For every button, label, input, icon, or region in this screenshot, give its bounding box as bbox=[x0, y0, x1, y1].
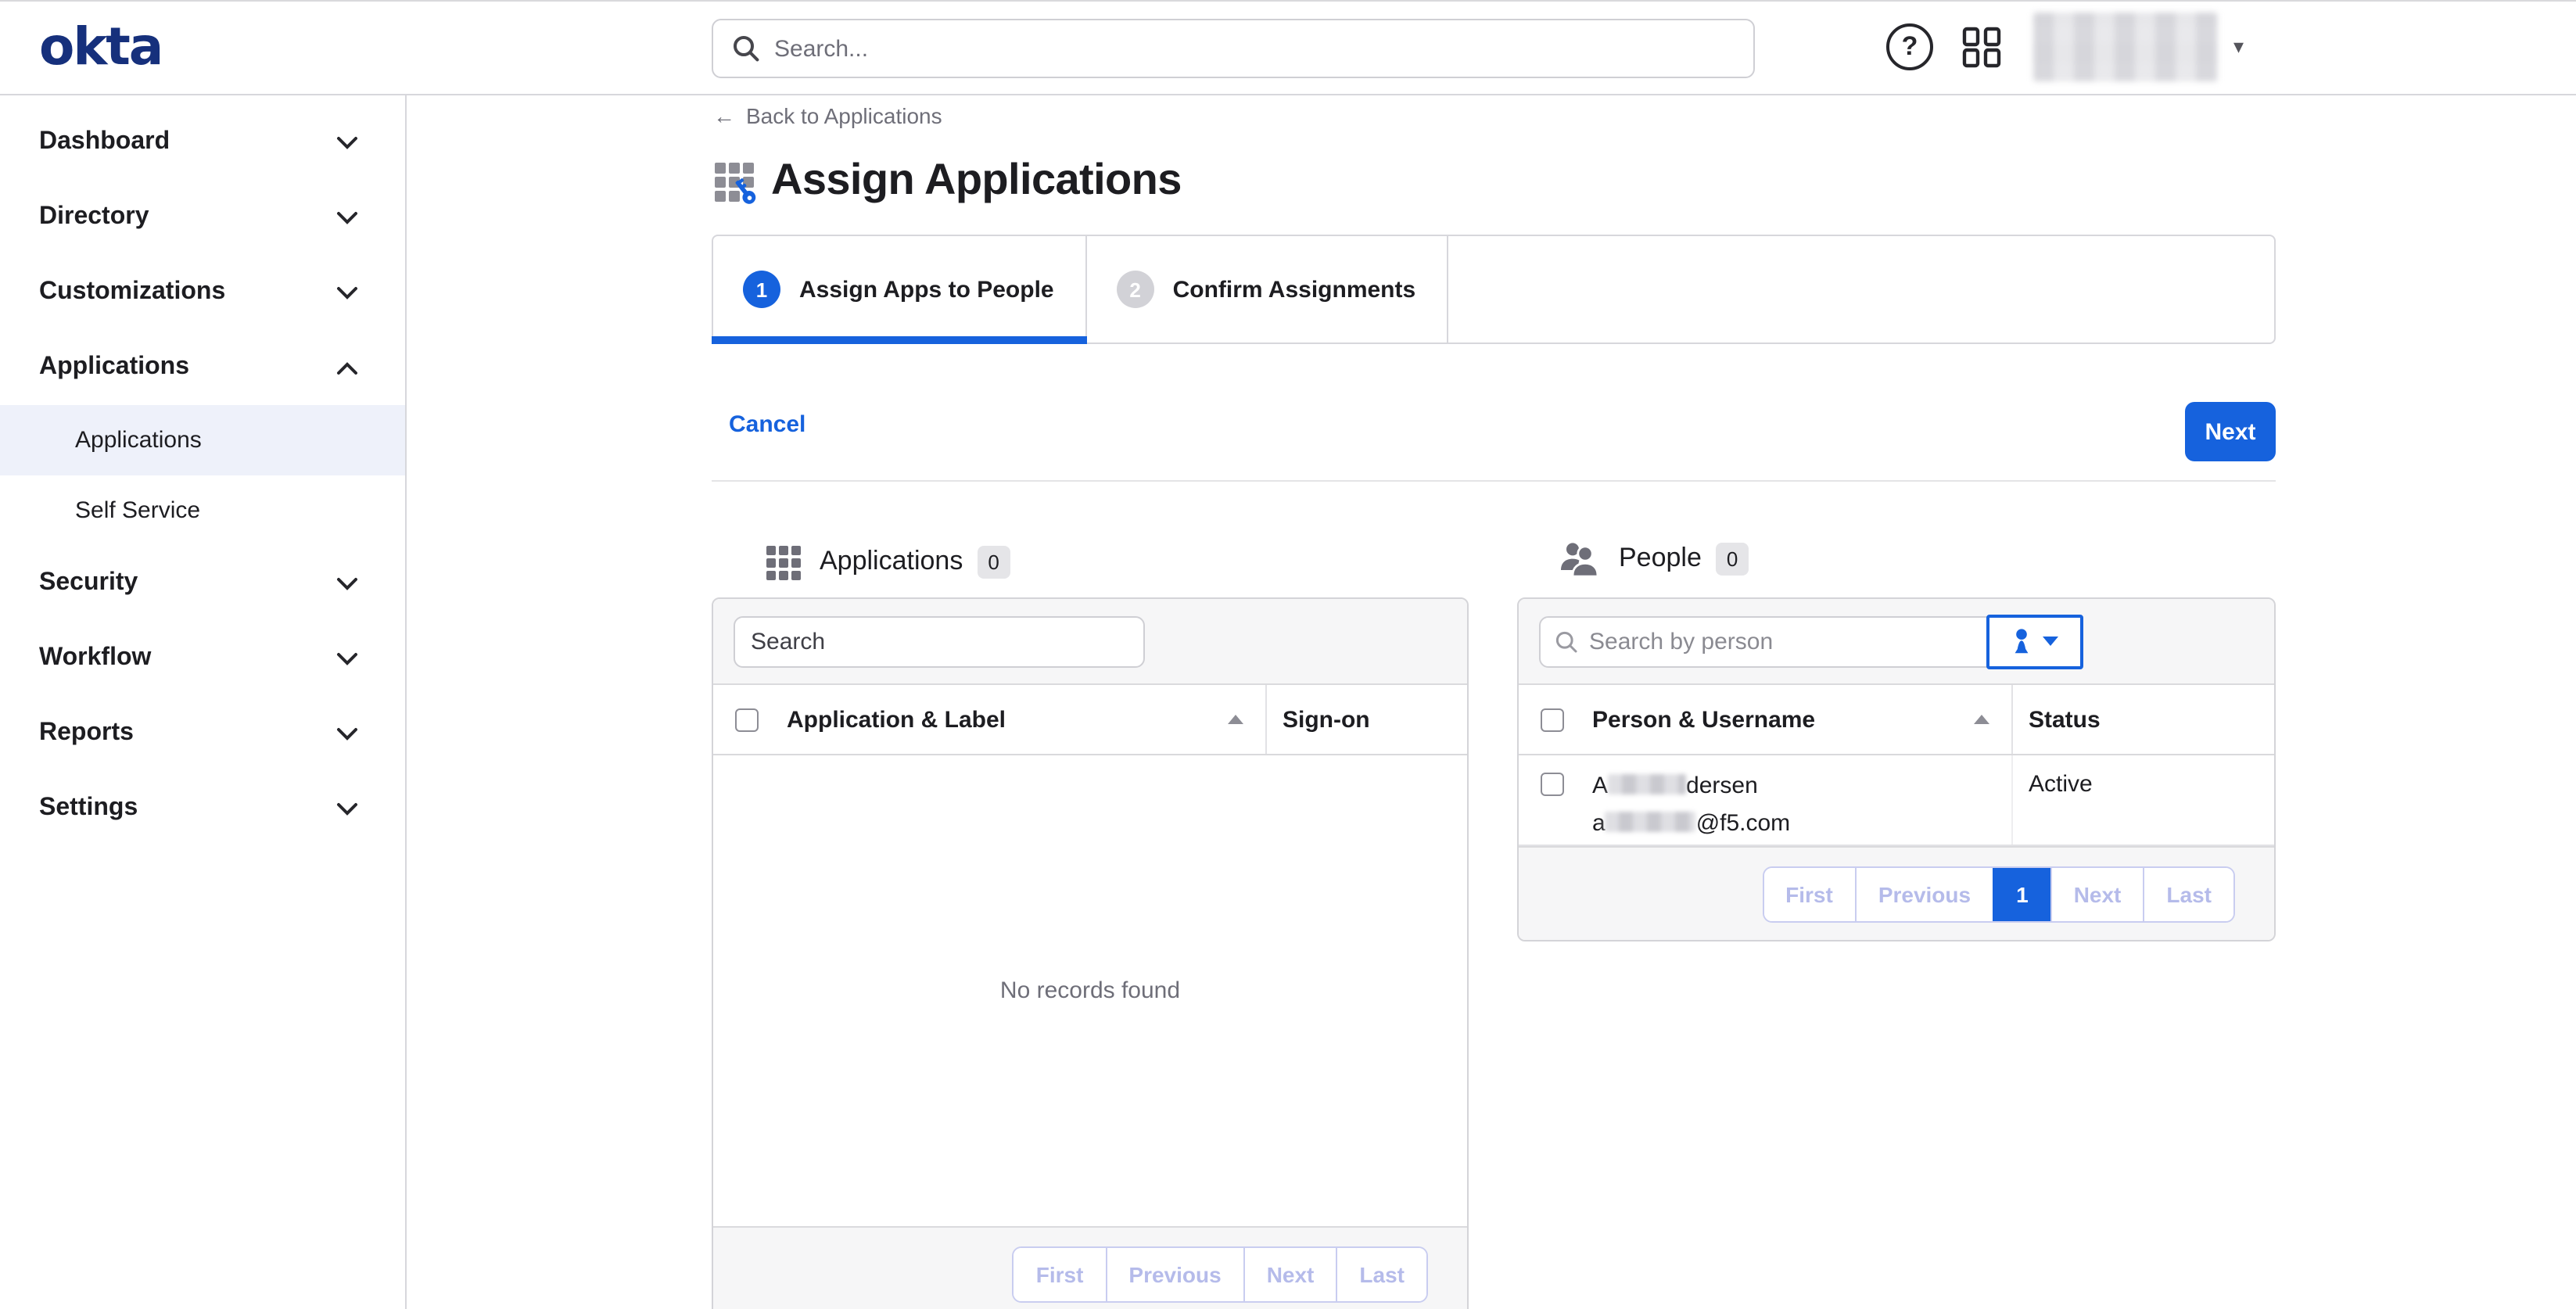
global-search[interactable] bbox=[712, 19, 1755, 78]
sidebar-item-applications[interactable]: Applications bbox=[0, 330, 405, 405]
sidebar-item-reports[interactable]: Reports bbox=[0, 696, 405, 771]
applications-section-title: Applications bbox=[820, 546, 963, 577]
people-count-badge: 0 bbox=[1716, 542, 1749, 575]
applications-pagination-footer: First Previous Next Last bbox=[713, 1226, 1467, 1309]
back-arrow-icon: ← bbox=[713, 103, 735, 128]
step-tab-assign-apps[interactable]: 1 Assign Apps to People bbox=[713, 236, 1087, 342]
chevron-down-icon bbox=[336, 576, 358, 590]
pagination-last-button[interactable]: Last bbox=[1336, 1248, 1426, 1301]
applications-count-badge: 0 bbox=[977, 545, 1010, 578]
column-header-application-label[interactable]: Application & Label bbox=[787, 706, 1228, 733]
sort-asc-icon[interactable] bbox=[1228, 715, 1243, 724]
redacted-name-segment bbox=[1608, 774, 1686, 794]
okta-logo[interactable]: okta bbox=[39, 16, 162, 77]
search-icon bbox=[1555, 629, 1578, 653]
pagination-previous-button[interactable]: Previous bbox=[1105, 1248, 1243, 1301]
wizard-steps: 1 Assign Apps to People 2 Confirm Assign… bbox=[712, 235, 2276, 344]
person-icon bbox=[2011, 629, 2032, 654]
topbar: okta ? ▾ bbox=[0, 0, 2576, 95]
person-status: Active bbox=[2011, 755, 2274, 845]
applications-panel: Application & Label Sign-on No records f… bbox=[712, 597, 1469, 1309]
column-header-sign-on[interactable]: Sign-on bbox=[1265, 685, 1467, 754]
sort-asc-icon[interactable] bbox=[1974, 715, 1989, 724]
redacted-email-segment bbox=[1606, 812, 1696, 832]
step-number-badge: 1 bbox=[743, 271, 780, 308]
help-icon[interactable]: ? bbox=[1886, 23, 1933, 70]
select-all-checkbox[interactable] bbox=[1541, 708, 1564, 731]
column-header-person-username[interactable]: Person & Username bbox=[1592, 706, 1974, 733]
sidebar-item-directory[interactable]: Directory bbox=[0, 180, 405, 255]
step-tab-confirm-assignments[interactable]: 2 Confirm Assignments bbox=[1087, 236, 1449, 342]
people-search[interactable] bbox=[1539, 615, 1988, 667]
pagination-first-button[interactable]: First bbox=[1014, 1248, 1106, 1301]
chevron-down-icon bbox=[336, 726, 358, 741]
applications-grid-icon bbox=[762, 540, 805, 583]
global-search-input[interactable] bbox=[774, 35, 1735, 62]
chevron-down-icon bbox=[336, 210, 358, 224]
app-launcher-icon[interactable] bbox=[1960, 25, 2004, 69]
select-all-checkbox[interactable] bbox=[735, 708, 759, 731]
person-email: a@f5.com bbox=[1592, 805, 1790, 843]
people-search-input[interactable] bbox=[1578, 619, 1972, 664]
people-panel: Person & Username Status Adersen a@f5.co… bbox=[1517, 597, 2276, 941]
pagination-last-button[interactable]: Last bbox=[2143, 868, 2233, 921]
column-header-status[interactable]: Status bbox=[2011, 685, 2274, 754]
applications-table-header: Application & Label Sign-on bbox=[713, 685, 1467, 755]
person-row[interactable]: Adersen a@f5.com Active bbox=[1519, 755, 2274, 846]
sidebar-item-settings[interactable]: Settings bbox=[0, 771, 405, 846]
page-title: Assign Applications bbox=[771, 155, 1182, 205]
next-button[interactable]: Next bbox=[2185, 402, 2276, 461]
person-filter-button[interactable] bbox=[1986, 614, 2083, 669]
pagination-page-1-button[interactable]: 1 bbox=[1993, 868, 2050, 921]
sidebar-item-dashboard[interactable]: Dashboard bbox=[0, 105, 405, 180]
empty-state-message: No records found bbox=[713, 755, 1467, 1226]
people-pager: First Previous 1 Next Last bbox=[1762, 866, 2235, 923]
pagination-first-button[interactable]: First bbox=[1763, 868, 1855, 921]
applications-pager: First Previous Next Last bbox=[1013, 1246, 1428, 1303]
people-pagination-footer: First Previous 1 Next Last bbox=[1519, 846, 2274, 941]
chevron-down-icon bbox=[336, 802, 358, 816]
page-title-row: Assign Applications bbox=[712, 155, 1182, 205]
sidebar-item-security[interactable]: Security bbox=[0, 546, 405, 621]
user-name-redacted[interactable] bbox=[2033, 13, 2218, 81]
sidebar-item-workflow[interactable]: Workflow bbox=[0, 621, 405, 696]
step-number-badge: 2 bbox=[1117, 271, 1154, 308]
applications-toolbar bbox=[713, 599, 1467, 685]
user-menu-caret-icon[interactable]: ▾ bbox=[2233, 34, 2244, 59]
people-table-header: Person & Username Status bbox=[1519, 685, 2274, 755]
people-section-header: People 0 bbox=[1558, 540, 1749, 577]
applications-section-header: Applications 0 bbox=[762, 540, 1010, 583]
chevron-down-icon bbox=[336, 285, 358, 299]
section-divider bbox=[712, 480, 2276, 482]
person-name: Adersen bbox=[1592, 768, 1790, 805]
chevron-down-icon bbox=[336, 651, 358, 665]
sidebar: Dashboard Directory Customizations Appli… bbox=[0, 95, 407, 1309]
pagination-next-button[interactable]: Next bbox=[1243, 1248, 1336, 1301]
chevron-up-icon bbox=[336, 360, 358, 375]
assign-applications-icon bbox=[712, 156, 760, 204]
sidebar-item-customizations[interactable]: Customizations bbox=[0, 255, 405, 330]
okta-admin-console: okta ? ▾ Dashboard Directory bbox=[0, 0, 2576, 1309]
search-icon bbox=[732, 34, 760, 63]
caret-down-icon bbox=[2043, 637, 2058, 646]
sidebar-subitem-self-service[interactable]: Self Service bbox=[0, 475, 405, 546]
row-checkbox[interactable] bbox=[1541, 773, 1564, 796]
back-link[interactable]: ← Back to Applications bbox=[713, 103, 942, 128]
cancel-link[interactable]: Cancel bbox=[729, 411, 805, 438]
chevron-down-icon bbox=[336, 135, 358, 149]
pagination-previous-button[interactable]: Previous bbox=[1855, 868, 1993, 921]
applications-search-input[interactable] bbox=[734, 615, 1145, 667]
sidebar-subitem-applications[interactable]: Applications bbox=[0, 405, 405, 475]
pagination-next-button[interactable]: Next bbox=[2050, 868, 2144, 921]
people-toolbar bbox=[1519, 599, 2274, 685]
people-section-title: People bbox=[1619, 543, 1702, 574]
people-icon bbox=[1558, 540, 1605, 577]
